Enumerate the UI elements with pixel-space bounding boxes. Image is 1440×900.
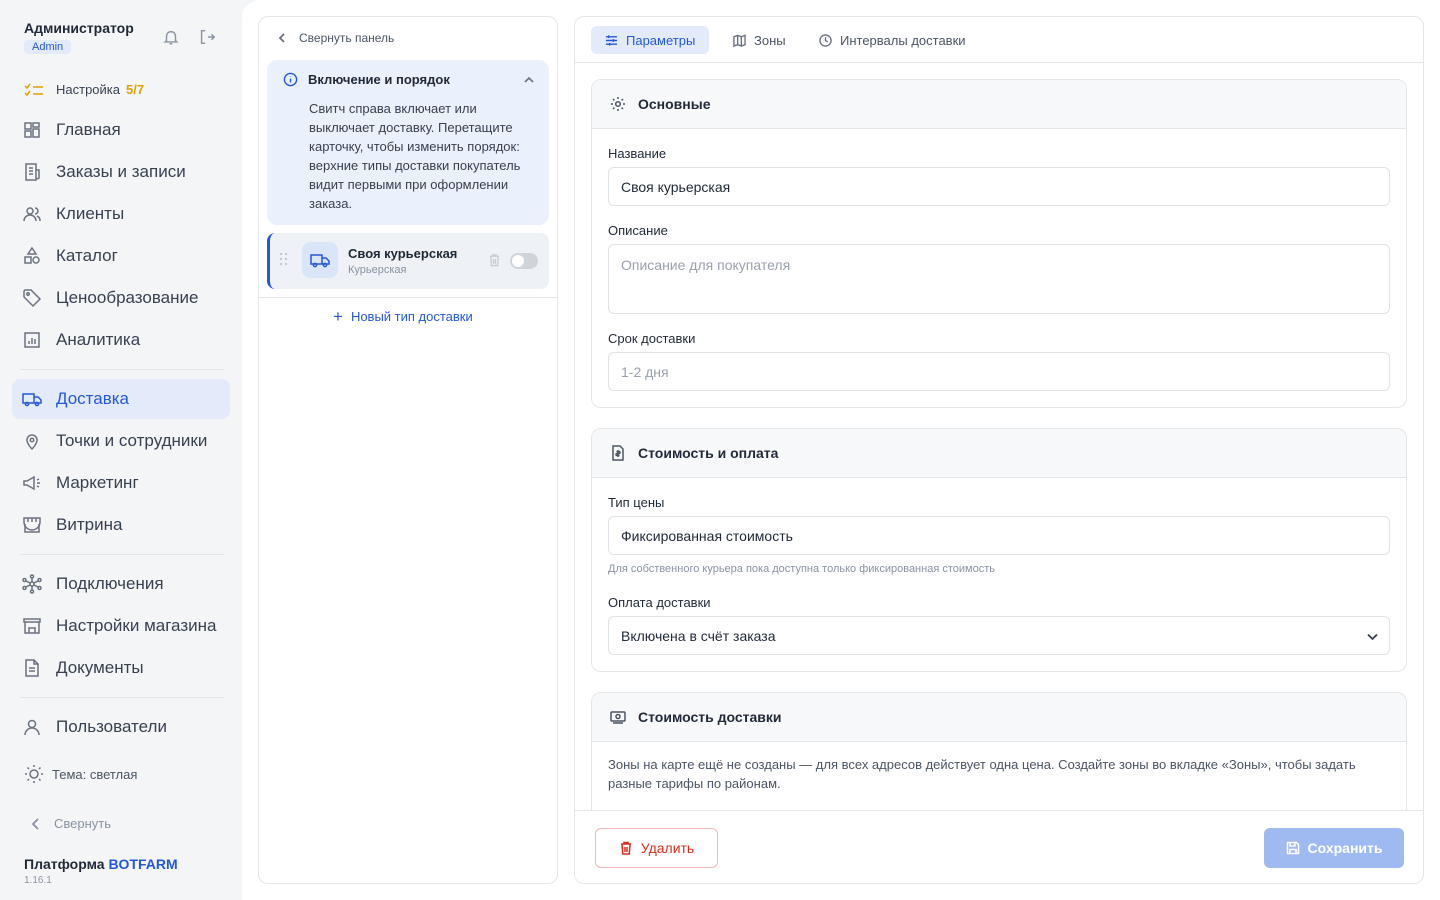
info-callout-header[interactable]: Включение и порядок — [283, 72, 535, 87]
info-callout: Включение и порядок Свитч справа включае… — [267, 60, 549, 225]
section-basic-header: Основные — [592, 80, 1406, 129]
save-button[interactable]: Сохранить — [1264, 828, 1404, 868]
tab-bar: Параметры Зоны Интервалы доставки — [575, 17, 1423, 63]
logout-icon[interactable] — [198, 28, 216, 46]
megaphone-icon — [23, 475, 40, 491]
cash-icon — [610, 711, 626, 724]
users-icon — [23, 207, 41, 222]
collapse-panel-button[interactable]: Свернуть панель — [277, 31, 394, 45]
info-icon — [283, 72, 298, 87]
shapes-icon — [24, 246, 40, 264]
tab-delivery-intervals[interactable]: Интервалы доставки — [805, 26, 980, 54]
nav-item-store-settings[interactable]: Настройки магазина — [12, 606, 230, 646]
sidebar: Администратор Admin Настройка 5/7 Главна… — [0, 0, 242, 900]
payment-select[interactable]: Включена в счёт заказа — [608, 616, 1390, 655]
name-input[interactable]: Своя курьерская — [608, 167, 1390, 206]
user-icon — [24, 719, 40, 736]
user-role-badge: Admin — [24, 40, 72, 54]
nav-item-locations[interactable]: Точки и сотрудники — [12, 421, 230, 461]
trash-icon — [620, 841, 631, 855]
chart-icon — [24, 332, 40, 348]
delivery-type-card[interactable]: Своя курьерская Курьерская — [267, 233, 549, 289]
new-delivery-type-button[interactable]: + Новый тип доставки — [333, 306, 473, 326]
plus-icon: + — [333, 306, 343, 326]
form-footer: Удалить Сохранить — [575, 810, 1423, 883]
nav-item-pricing[interactable]: Ценообразование — [12, 278, 230, 318]
nav-item-orders[interactable]: Заказы и записи — [12, 152, 230, 192]
chevron-down-icon — [1367, 633, 1378, 641]
chevron-left-icon — [31, 817, 39, 830]
description-textarea[interactable]: Описание для покупателя — [608, 244, 1390, 314]
delivery-type-icon — [302, 242, 338, 278]
section-cost-payment-header: Стоимость и оплата — [592, 429, 1406, 478]
section-delivery-cost-header: Стоимость доставки — [592, 693, 1406, 742]
nav-item-integrations[interactable]: Подключения — [12, 564, 230, 604]
nav-item-catalog[interactable]: Каталог — [12, 236, 230, 276]
theme-toggle[interactable]: Тема: светлая — [24, 764, 137, 784]
grid-icon — [24, 122, 40, 138]
truck-icon — [310, 254, 330, 268]
map-icon — [733, 33, 746, 47]
storefront-icon — [23, 517, 41, 533]
floppy-icon — [1286, 841, 1299, 855]
invoice-icon — [612, 445, 624, 461]
gear-icon — [611, 97, 625, 111]
map-pin-icon — [26, 434, 38, 451]
truck-icon — [22, 393, 42, 407]
tag-icon — [23, 289, 42, 308]
nav-item-marketing[interactable]: Маркетинг — [12, 463, 230, 503]
price-type-label: Тип цены — [608, 495, 665, 510]
divider — [259, 297, 557, 298]
delete-button[interactable]: Удалить — [595, 828, 718, 868]
delivery-term-label: Срок доставки — [608, 331, 696, 346]
version-label: 1.16.1 — [24, 875, 52, 886]
nav-item-analytics[interactable]: Аналитика — [12, 320, 230, 360]
nav-item-documents[interactable]: Документы — [12, 648, 230, 688]
setup-progress-value: 5/7 — [126, 82, 145, 97]
section-cost-payment: Стоимость и оплата Тип цены Фиксированна… — [591, 428, 1407, 672]
drag-handle-icon[interactable] — [280, 253, 288, 267]
platform-brand: Платформа BOTFARM — [24, 856, 178, 872]
tab-parameters[interactable]: Параметры — [591, 26, 710, 54]
delivery-type-subtitle: Курьерская — [348, 264, 407, 276]
delivery-types-panel: Свернуть панель Включение и порядок Свит… — [258, 16, 558, 884]
nav-divider — [20, 554, 224, 555]
document-icon — [25, 659, 39, 677]
price-type-input[interactable]: Фиксированная стоимость — [608, 516, 1390, 555]
delivery-term-input[interactable]: 1-2 дня — [608, 352, 1390, 391]
payment-label: Оплата доставки — [608, 595, 711, 610]
setup-label: Настройка — [56, 82, 120, 97]
nav-divider — [20, 369, 224, 370]
nav-item-home[interactable]: Главная — [12, 110, 230, 150]
chevron-left-icon — [278, 33, 285, 43]
delivery-enabled-toggle[interactable] — [510, 253, 538, 269]
zones-note: Зоны на карте ещё не созданы — для всех … — [608, 757, 1356, 791]
info-callout-text: Свитч справа включает или выключает дост… — [309, 101, 521, 211]
network-icon — [22, 574, 42, 594]
nav-item-users[interactable]: Пользователи — [12, 707, 230, 747]
clock-icon — [819, 33, 832, 47]
sidebar-collapse-button[interactable]: Свернуть — [30, 816, 111, 831]
nav-divider — [20, 697, 224, 698]
delivery-settings-panel: Параметры Зоны Интервалы доставки Основн… — [574, 16, 1424, 884]
name-label: Название — [608, 146, 667, 161]
sliders-icon — [605, 34, 618, 46]
checklist-icon — [24, 83, 43, 96]
price-type-hint: Для собственного курьера пока доступна т… — [608, 563, 995, 575]
description-label: Описание — [608, 223, 668, 238]
nav-item-delivery[interactable]: Доставка — [12, 379, 230, 419]
trash-icon[interactable] — [488, 253, 501, 267]
sun-icon — [25, 765, 43, 783]
receipt-icon — [25, 163, 40, 181]
store-icon — [23, 618, 41, 634]
section-basic: Основные Название Своя курьерская Описан… — [591, 79, 1407, 408]
chevron-up-icon[interactable] — [523, 74, 535, 86]
tab-zones[interactable]: Зоны — [719, 26, 800, 54]
nav-main: Главная Заказы и записи Клиенты Каталог … — [12, 110, 230, 749]
setup-progress[interactable]: Настройка 5/7 — [24, 82, 144, 97]
nav-item-clients[interactable]: Клиенты — [12, 194, 230, 234]
nav-item-storefront[interactable]: Витрина — [12, 505, 230, 545]
delivery-type-title: Своя курьерская — [348, 246, 458, 261]
bell-icon[interactable] — [162, 28, 180, 46]
